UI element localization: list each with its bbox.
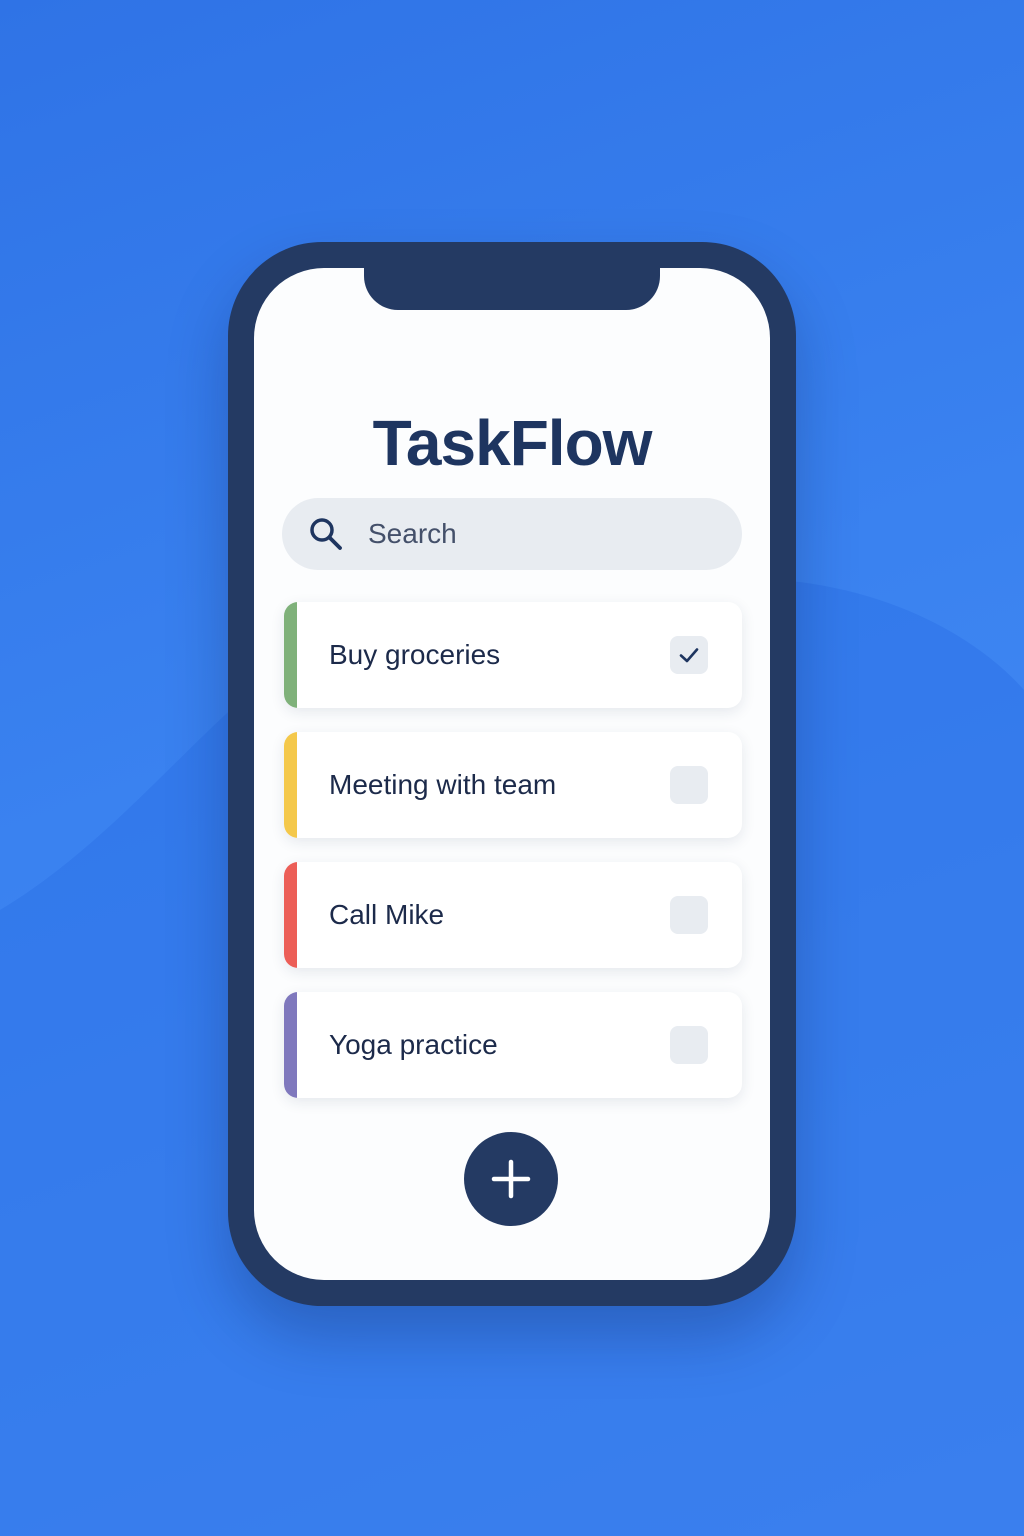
task-label: Meeting with team [329, 769, 557, 800]
task-checkbox[interactable] [670, 896, 708, 934]
task-item[interactable]: Meeting with team [284, 732, 742, 838]
add-task-button[interactable] [464, 1132, 558, 1226]
search-bar[interactable] [282, 498, 742, 570]
task-color-bar [284, 862, 297, 968]
task-label: Yoga practice [329, 1029, 498, 1060]
task-color-bar [284, 602, 297, 708]
task-item[interactable]: Call Mike [284, 862, 742, 968]
task-checkbox[interactable] [670, 1026, 708, 1064]
task-item[interactable]: Buy groceries [284, 602, 742, 708]
task-item[interactable]: Yoga practice [284, 992, 742, 1098]
search-input[interactable] [366, 517, 730, 551]
search-icon [308, 515, 346, 553]
task-checkbox[interactable] [670, 766, 708, 804]
app-title: TaskFlow [372, 407, 653, 479]
plus-icon [491, 1159, 531, 1199]
phone-notch [364, 268, 660, 310]
phone-frame: TaskFlow Buy groceries Meeting with team [228, 242, 796, 1306]
checkmark-icon [679, 648, 699, 663]
task-label: Call Mike [329, 899, 445, 930]
task-color-bar [284, 992, 297, 1098]
task-checkbox[interactable] [670, 636, 708, 674]
task-color-bar [284, 732, 297, 838]
phone-screen: TaskFlow Buy groceries Meeting with team [254, 268, 770, 1280]
task-label: Buy groceries [329, 639, 501, 670]
